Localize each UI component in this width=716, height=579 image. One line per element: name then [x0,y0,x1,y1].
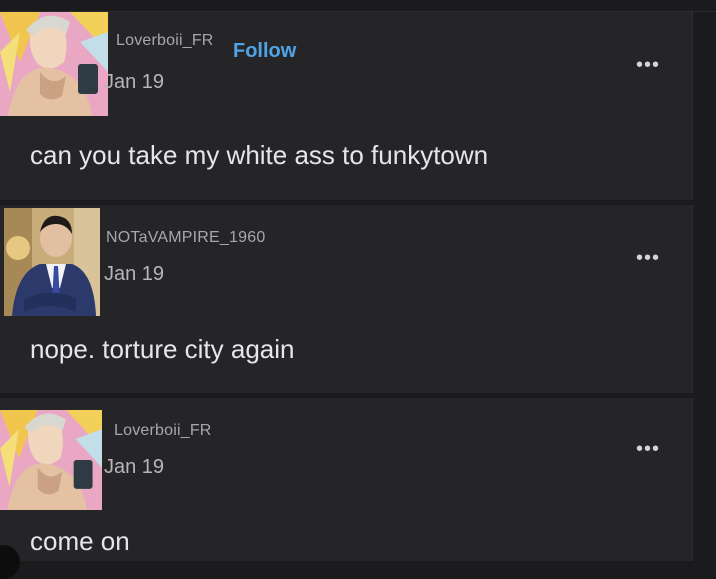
post-date[interactable]: Jan 19 [104,456,164,479]
post-text: can you take my white ass to funkytown [30,140,489,170]
more-options-icon[interactable]: ••• [636,55,660,75]
more-options-icon[interactable]: ••• [636,439,660,459]
post-date[interactable]: Jan 19 [104,263,164,286]
post-username[interactable]: Loverboii_FR [116,32,214,50]
post-text: come on [30,526,130,556]
conversation-feed: Loverboii_FR Follow Jan 19 ••• can you t… [0,0,716,579]
post-2: NOTaVAMPIRE_1960 Jan 19 ••• nope. tortur… [0,205,693,393]
more-options-icon[interactable]: ••• [636,248,660,268]
avatar-anime-icon[interactable] [0,410,102,510]
corner-shadow [0,545,20,579]
post-date[interactable]: Jan 19 [104,71,164,94]
avatar-man-icon[interactable] [4,208,100,316]
post-text: nope. torture city again [30,334,295,364]
anime-character-icon [0,410,102,510]
post-username[interactable]: Loverboii_FR [114,422,212,440]
avatar-anime-icon[interactable] [0,12,108,116]
post-3: Loverboii_FR Jan 19 ••• come on [0,398,693,579]
follow-button[interactable]: Follow [233,40,296,63]
man-in-suit-icon [4,208,100,316]
anime-character-icon [0,12,108,116]
post-1: Loverboii_FR Follow Jan 19 ••• can you t… [0,12,693,200]
post-username[interactable]: NOTaVAMPIRE_1960 [106,229,265,247]
